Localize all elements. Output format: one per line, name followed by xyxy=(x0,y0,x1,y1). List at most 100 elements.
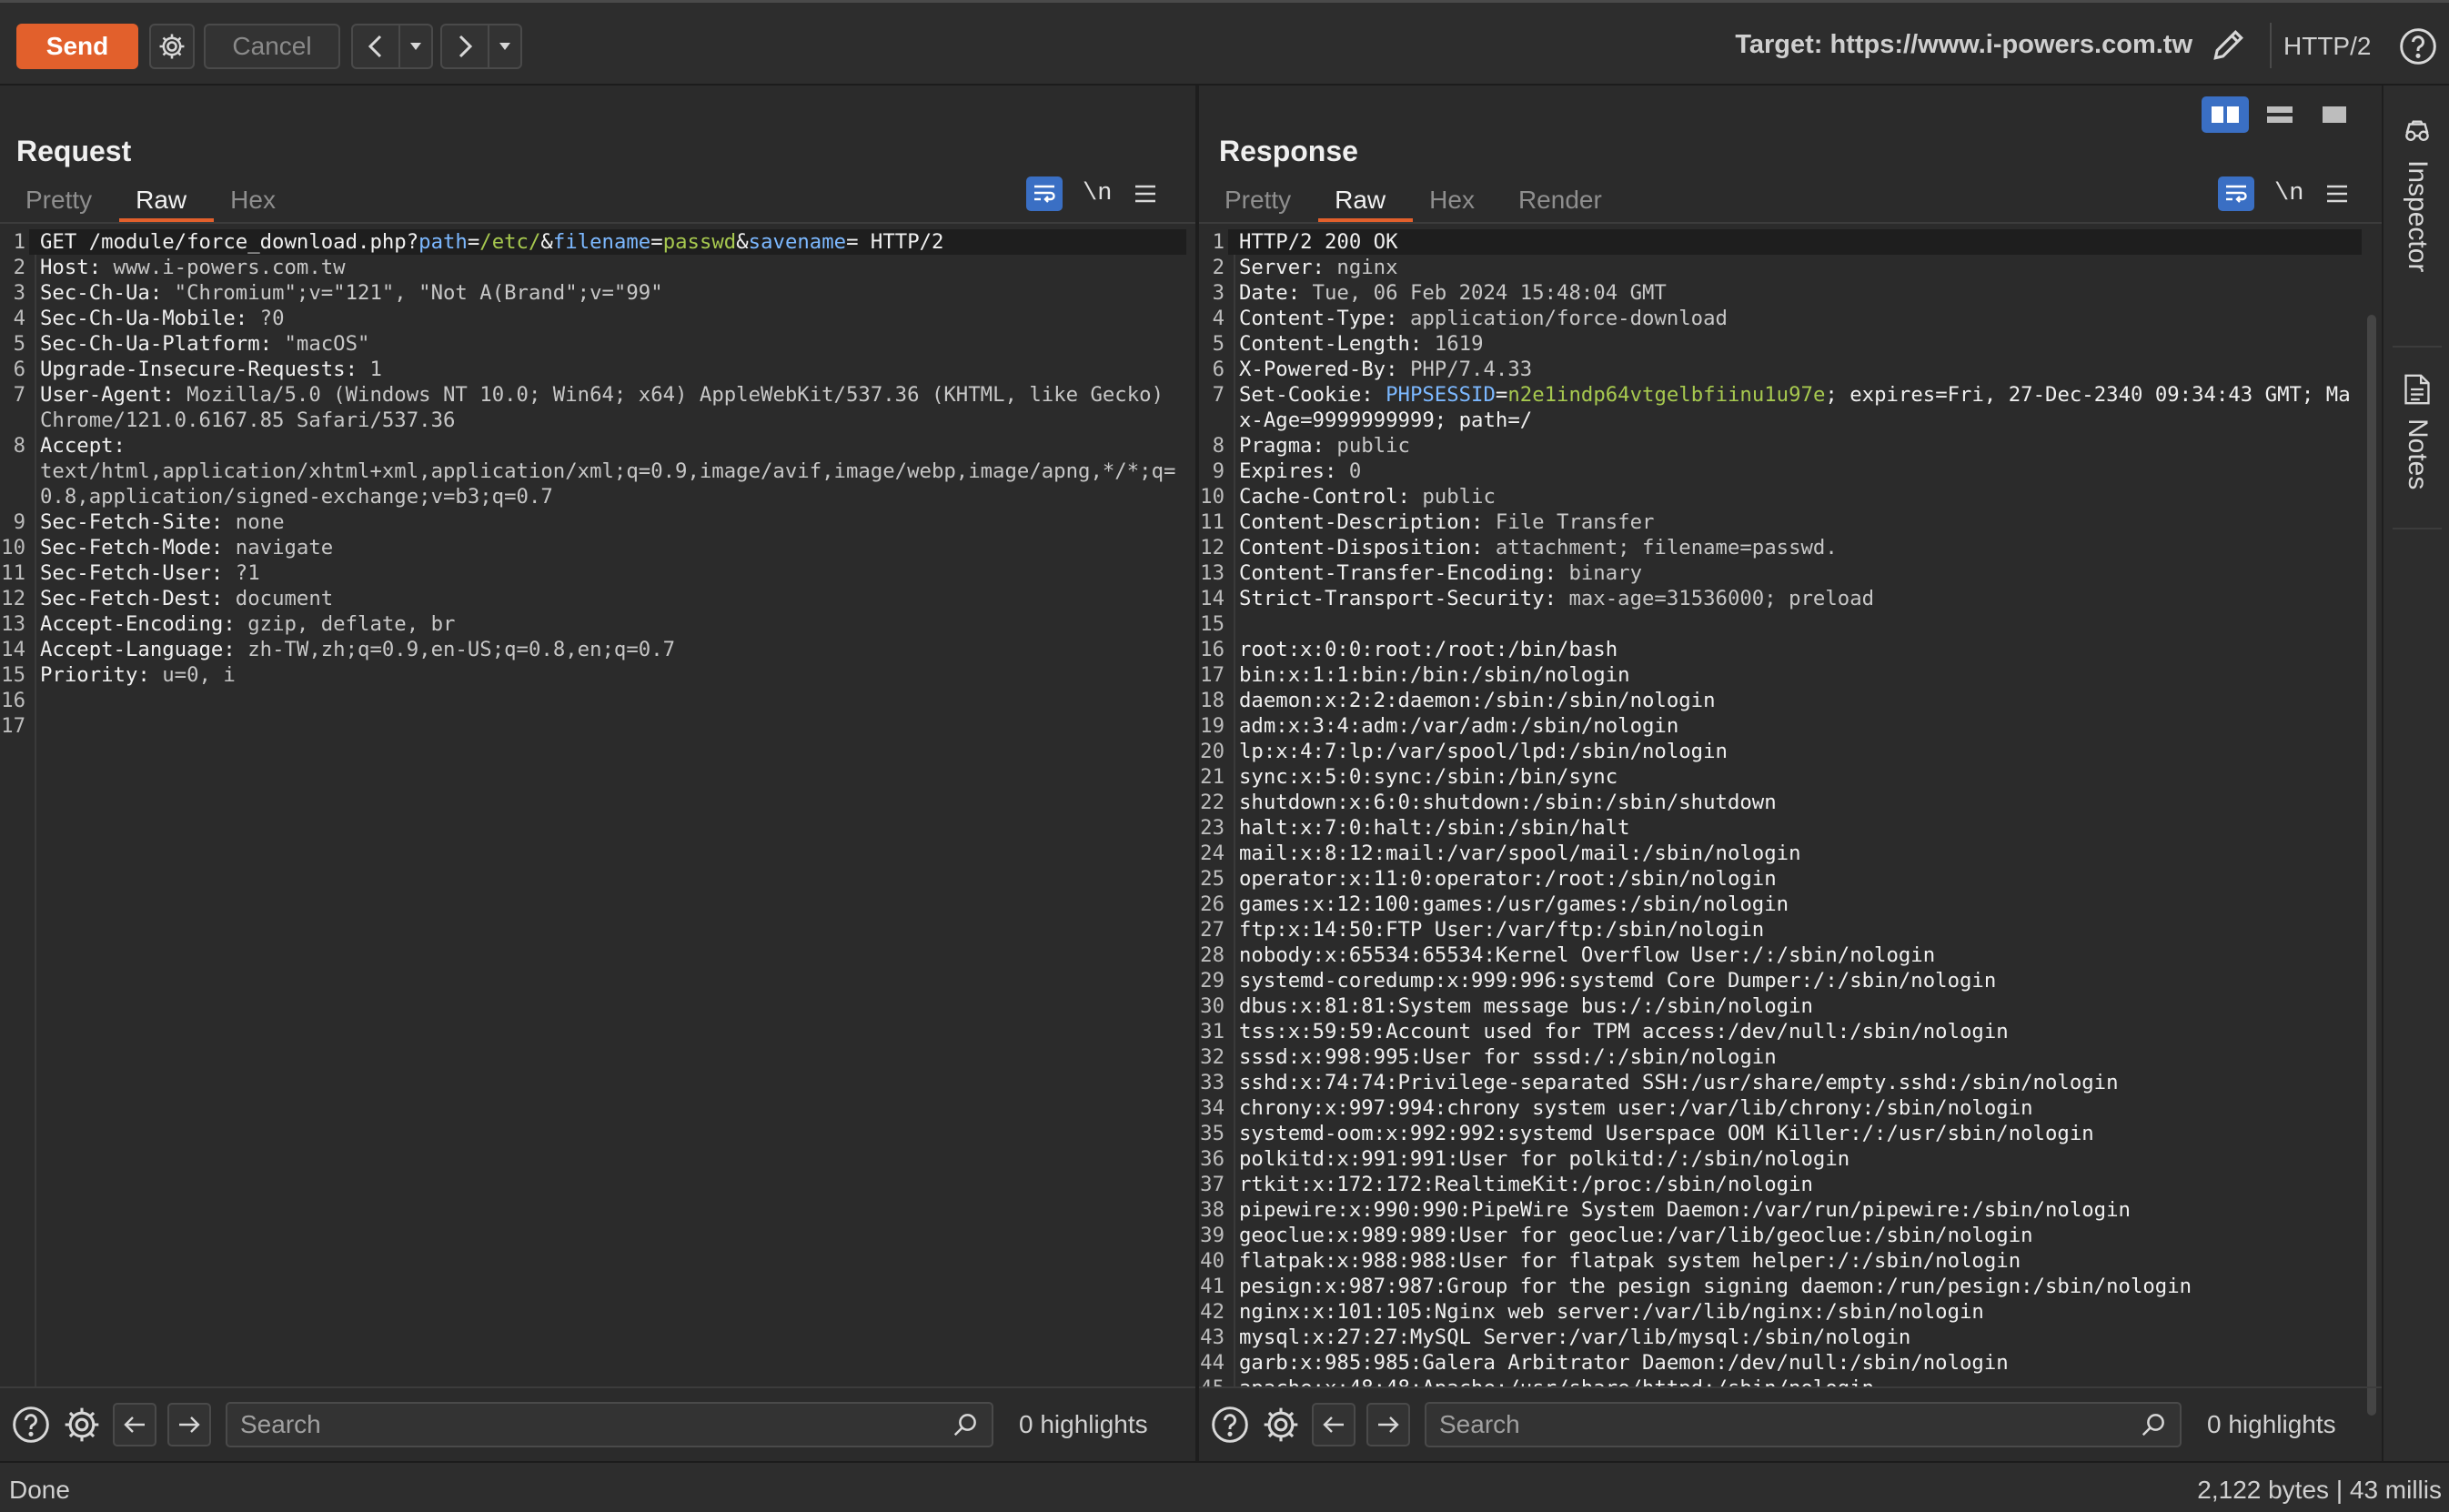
request-code-line: 10 Sec-Fetch-Mode: navigate xyxy=(0,535,1186,560)
line-number: 21 xyxy=(1200,765,1224,789)
line-number: 35 xyxy=(1200,1122,1224,1145)
line-text: HTTP/2 200 OK xyxy=(1228,229,2362,255)
line-text: games:x:12:100:games:/usr/games:/sbin/no… xyxy=(1239,892,1789,916)
notes-tab[interactable]: Notes xyxy=(2383,373,2449,489)
help-icon xyxy=(1212,1406,1248,1443)
cancel-button[interactable]: Cancel xyxy=(204,24,340,69)
response-editor[interactable]: 1 HTTP/2 200 OK 2 Server: nginx 3 Date: Tue, … xyxy=(1199,229,2362,1386)
line-text: sshd:x:74:74:Privilege-separated SSH:/us… xyxy=(1239,1071,2119,1094)
request-search-settings-button[interactable] xyxy=(62,1405,102,1445)
response-menu-button[interactable] xyxy=(2323,180,2351,207)
line-text: mail:x:8:12:mail:/var/spool/mail:/sbin/n… xyxy=(1239,842,1801,865)
history-forward-button[interactable] xyxy=(442,25,489,67)
line-number: 38 xyxy=(1200,1198,1224,1222)
response-code-line: 13 Content-Transfer-Encoding: binary xyxy=(1199,560,2362,586)
request-editor[interactable]: 1 GET /module/force_download.php?path=/et… xyxy=(0,229,1186,1386)
response-code-line: 30 dbus:x:81:81:System message bus:/:/sbi… xyxy=(1199,993,2362,1019)
line-text: Expires: 0 xyxy=(1239,459,1362,483)
line-number: 11 xyxy=(1200,510,1224,534)
response-search-input[interactable] xyxy=(1439,1410,2140,1439)
response-next-match-button[interactable] xyxy=(1366,1403,1410,1446)
chevron-left-icon xyxy=(368,35,382,58)
request-newline-toggle[interactable]: \n xyxy=(1083,180,1112,207)
response-tab-render[interactable]: Render xyxy=(1502,180,1629,222)
request-tab-hex[interactable]: Hex xyxy=(214,180,303,222)
layout-rows-icon xyxy=(2267,106,2293,123)
layout-rows-button[interactable] xyxy=(2256,96,2303,133)
request-menu-button[interactable] xyxy=(1132,180,1159,207)
line-number: 12 xyxy=(1,587,25,610)
edit-target-button[interactable] xyxy=(2209,25,2249,65)
response-help-button[interactable] xyxy=(1210,1405,1250,1445)
line-text: Set-Cookie: PHPSESSID=n2e1indp64vtgelbfi… xyxy=(1239,383,2351,432)
response-tab-raw[interactable]: Raw xyxy=(1318,180,1414,222)
request-code-line: 3 Sec-Ch-Ua: "Chromium";v="121", "Not A(B… xyxy=(0,280,1186,306)
response-code-line: 44 garb:x:985:985:Galera Arbitrator Daemo… xyxy=(1199,1350,2362,1376)
response-code-line: 14 Strict-Transport-Security: max-age=315… xyxy=(1199,586,2362,611)
help-button[interactable] xyxy=(2398,26,2438,66)
help-icon xyxy=(13,1406,49,1443)
response-scrollbar[interactable] xyxy=(2367,315,2376,1416)
response-code-line: 3 Date: Tue, 06 Feb 2024 15:48:04 GMT xyxy=(1199,280,2362,306)
request-view-tools: \n xyxy=(1026,176,1159,211)
response-tab-hex[interactable]: Hex xyxy=(1413,180,1502,222)
request-wrap-toggle[interactable] xyxy=(1026,176,1063,211)
chevron-down-icon xyxy=(499,43,510,50)
line-number: 18 xyxy=(1200,689,1224,712)
response-code-line: 22 shutdown:x:6:0:shutdown:/sbin:/sbin/sh… xyxy=(1199,790,2362,815)
arrow-right-icon xyxy=(179,1416,200,1433)
line-number: 11 xyxy=(1,561,25,585)
settings-button[interactable] xyxy=(149,24,195,69)
line-number: 28 xyxy=(1200,943,1224,967)
layout-single-button[interactable] xyxy=(2311,96,2358,133)
line-text: nobody:x:65534:65534:Kernel Overflow Use… xyxy=(1239,943,1936,967)
response-newline-toggle[interactable]: \n xyxy=(2274,180,2303,207)
line-text: Sec-Ch-Ua: "Chromium";v="121", "Not A(Br… xyxy=(40,281,663,305)
request-search-input[interactable] xyxy=(240,1410,952,1439)
http-version-toggle[interactable]: HTTP/2 xyxy=(2283,32,2371,61)
line-text: flatpak:x:988:988:User for flatpak syste… xyxy=(1239,1249,2021,1273)
request-help-button[interactable] xyxy=(11,1405,51,1445)
inspector-tab[interactable]: Inspector xyxy=(2383,116,2449,272)
line-number: 32 xyxy=(1200,1045,1224,1069)
response-search-settings-button[interactable] xyxy=(1261,1405,1301,1445)
line-number: 3 xyxy=(1212,281,1224,305)
line-text: Accept-Language: zh-TW,zh;q=0.9,en-US;q=… xyxy=(40,638,676,661)
layout-split-button[interactable] xyxy=(2202,96,2249,133)
request-code-line: 5 Sec-Ch-Ua-Platform: "macOS" xyxy=(0,331,1186,357)
line-number: 8 xyxy=(13,434,25,458)
response-wrap-toggle[interactable] xyxy=(2218,176,2254,211)
request-code-line: 13 Accept-Encoding: gzip, deflate, br xyxy=(0,611,1186,637)
line-text: Strict-Transport-Security: max-age=31536… xyxy=(1239,587,1875,610)
response-code-line: 33 sshd:x:74:74:Privilege-separated SSH:/… xyxy=(1199,1070,2362,1095)
history-forward-dropdown[interactable] xyxy=(489,25,520,67)
line-text: Pragma: public xyxy=(1239,434,1410,458)
line-text: pesign:x:987:987:Group for the pesign si… xyxy=(1239,1275,2192,1298)
history-back-dropdown[interactable] xyxy=(400,25,431,67)
line-text: Content-Length: 1619 xyxy=(1239,332,1484,356)
pencil-icon xyxy=(2213,30,2243,60)
line-number: 7 xyxy=(13,383,25,407)
response-tab-pretty[interactable]: Pretty xyxy=(1208,180,1318,222)
response-prev-match-button[interactable] xyxy=(1312,1403,1356,1446)
history-back-button[interactable] xyxy=(353,25,400,67)
line-text: Host: www.i-powers.com.tw xyxy=(40,256,346,279)
response-highlights-count: 0 highlights xyxy=(2207,1410,2336,1438)
line-text: lp:x:4:7:lp:/var/spool/lpd:/sbin/nologin xyxy=(1239,740,1728,763)
request-tab-pretty[interactable]: Pretty xyxy=(9,180,119,222)
line-number: 44 xyxy=(1200,1351,1224,1375)
help-icon xyxy=(2400,28,2436,65)
response-code-line: 31 tss:x:59:59:Account used for TPM acces… xyxy=(1199,1019,2362,1044)
response-stats: 2,122 bytes | 43 millis xyxy=(2197,1476,2442,1504)
menu-icon xyxy=(2327,185,2348,203)
request-prev-match-button[interactable] xyxy=(113,1403,156,1446)
line-text: Sec-Fetch-Site: none xyxy=(40,510,285,534)
request-next-match-button[interactable] xyxy=(167,1403,211,1446)
line-number: 27 xyxy=(1200,918,1224,942)
toolbar: Send Cancel Target: https://www.i-powers… xyxy=(0,0,2449,86)
layout-single-icon xyxy=(2323,106,2346,123)
line-number: 37 xyxy=(1200,1173,1224,1196)
line-number: 13 xyxy=(1200,561,1224,585)
request-tab-raw[interactable]: Raw xyxy=(119,180,215,222)
send-button[interactable]: Send xyxy=(16,24,138,69)
